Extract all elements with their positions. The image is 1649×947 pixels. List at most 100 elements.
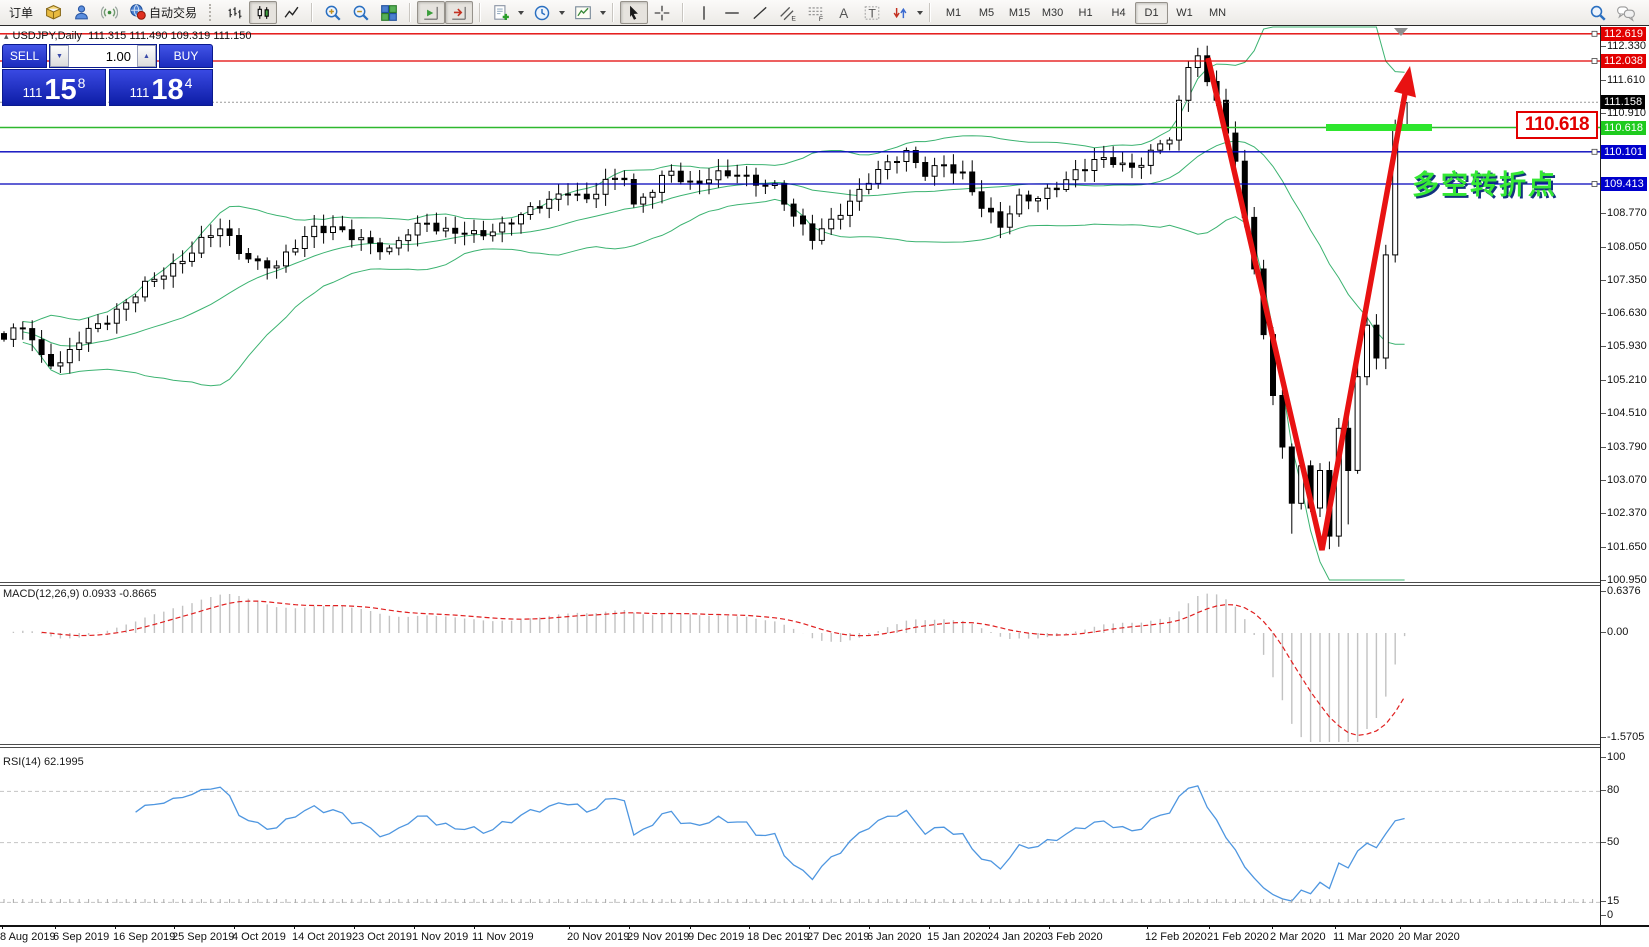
community-icon[interactable] (67, 1, 95, 24)
autotrade-icon (129, 3, 146, 23)
support-highlight-bar (1326, 124, 1432, 131)
axis-price-label: 111.610 (1601, 74, 1645, 86)
svg-text:A: A (839, 6, 848, 21)
chart-bottom-border (0, 925, 1649, 927)
date-label: 1 Nov 2019 (412, 931, 469, 943)
new-order-button[interactable]: 订单 (3, 1, 39, 24)
axis-price-label: 108.050 (1601, 241, 1647, 253)
date-label: 23 Oct 2019 (352, 931, 412, 943)
price-callout-label[interactable]: 110.618 (1516, 111, 1598, 139)
tile-windows-icon[interactable] (375, 1, 403, 24)
time-axis[interactable]: 8 Aug 2019 6 Sep 2019 16 Sep 2019 25 Sep 20… (0, 925, 1649, 947)
add-indicator-caret[interactable] (518, 10, 525, 15)
shapes-icon[interactable] (886, 1, 914, 24)
chat-icon[interactable] (1612, 1, 1640, 24)
sell-button[interactable]: SELL (2, 44, 47, 68)
vertical-line-icon[interactable] (690, 1, 718, 24)
text-icon[interactable]: A (830, 1, 858, 24)
rsi-panel-canvas[interactable] (0, 748, 1600, 905)
timeframe-M1[interactable]: M1 (937, 2, 970, 24)
svg-text:F: F (819, 15, 823, 21)
one-click-trading-panel: SELL ▼ ▲ BUY 111158 111184 (2, 44, 213, 106)
axis-price-label: 108.770 (1601, 207, 1647, 219)
label-icon[interactable]: T (858, 1, 886, 24)
rsi-label: RSI(14) 62.1995 (3, 756, 84, 768)
axis-price-badge: 112.619 (1601, 26, 1646, 41)
zoom-in-icon[interactable] (319, 1, 347, 24)
axis-price-label: 105.210 (1601, 374, 1647, 386)
chart-title: ▴ USDJPY,Daily 111.315 111.490 109.319 11… (4, 30, 251, 42)
axis-price-badge: 111.158 (1601, 95, 1646, 110)
lot-increase-button[interactable]: ▲ (137, 45, 156, 67)
mt4-terminal-window: 订单 自动交易 E F A T M1 M5 M15 M30 H1 H4 D1 W… (0, 0, 1649, 947)
template-caret[interactable] (600, 10, 607, 15)
auto-scroll-icon[interactable] (417, 1, 446, 24)
macd-axis-label: 0.00 (1601, 626, 1628, 638)
fibonacci-icon[interactable]: F (802, 1, 830, 24)
zoom-out-icon[interactable] (347, 1, 375, 24)
cursor-icon[interactable] (620, 1, 649, 24)
trendline-icon[interactable] (746, 1, 774, 24)
channel-icon[interactable]: E (774, 1, 802, 24)
template-icon[interactable] (569, 1, 597, 24)
timeframe-W1[interactable]: W1 (1168, 2, 1201, 24)
lot-input[interactable] (69, 45, 137, 67)
axis-price-label: 105.930 (1601, 340, 1647, 352)
sell-price-display[interactable]: 111 15 8 (2, 69, 106, 106)
timeframe-H1[interactable]: H1 (1069, 2, 1102, 24)
crosshair-icon[interactable] (648, 1, 676, 24)
axis-price-label: 112.330 (1601, 40, 1646, 52)
svg-text:T: T (868, 6, 876, 20)
chart-shift-marker[interactable] (1394, 28, 1408, 36)
lot-size-stepper: ▼ ▲ (49, 44, 157, 68)
order-book-icon[interactable] (39, 1, 67, 24)
date-label: 4 Oct 2019 (232, 931, 286, 943)
timeframe-M30[interactable]: M30 (1036, 2, 1069, 24)
price-chart-canvas[interactable] (0, 26, 1600, 582)
date-label: 18 Dec 2019 (747, 931, 810, 943)
svg-text:E: E (791, 15, 796, 22)
date-label: 29 Nov 2019 (627, 931, 690, 943)
macd-panel-canvas[interactable] (0, 586, 1600, 744)
rsi-axis-label: 15 (1601, 895, 1619, 907)
timeframe-M15[interactable]: M15 (1003, 2, 1036, 24)
lot-decrease-button[interactable]: ▼ (50, 45, 69, 67)
search-icon[interactable] (1584, 1, 1612, 24)
rsi-axis-label: 100 (1601, 751, 1625, 763)
timeframe-MN[interactable]: MN (1201, 2, 1234, 24)
period-icon[interactable] (528, 1, 556, 24)
autotrade-button[interactable]: 自动交易 (123, 1, 203, 24)
timeframe-H4[interactable]: H4 (1102, 2, 1135, 24)
date-label: 25 Sep 2019 (172, 931, 235, 943)
date-label: 20 Mar 2020 (1398, 931, 1460, 943)
date-label: 11 Nov 2019 (472, 931, 534, 943)
timeframe-M5[interactable]: M5 (970, 2, 1003, 24)
macd-axis-label: -1.5705 (1601, 731, 1644, 743)
shapes-caret[interactable] (917, 10, 924, 15)
chart-shift-icon[interactable] (445, 1, 474, 24)
date-label: 6 Jan 2020 (867, 931, 922, 943)
buy-button[interactable]: BUY (159, 44, 213, 68)
axis-price-badge: 109.413 (1601, 177, 1647, 191)
period-caret[interactable] (559, 10, 566, 15)
date-label: 8 Aug 2019 (0, 931, 56, 943)
macd-axis-label: 0.6376 (1601, 585, 1641, 597)
line-chart-icon[interactable] (277, 1, 305, 24)
chart-symbol-icon: ▴ (4, 31, 9, 41)
timeframe-D1[interactable]: D1 (1135, 1, 1169, 24)
signals-icon[interactable] (95, 1, 123, 24)
add-indicator-icon[interactable] (487, 1, 515, 24)
rsi-axis-label: 0 (1601, 909, 1613, 921)
bars-chart-icon[interactable] (221, 1, 249, 24)
axis-price-label: 102.370 (1601, 507, 1647, 519)
date-label: 14 Oct 2019 (292, 931, 352, 943)
date-label: 3 Feb 2020 (1047, 931, 1103, 943)
candles-chart-icon[interactable] (249, 1, 278, 24)
axis-price-badge: 112.038 (1601, 54, 1646, 68)
axis-price-label: 104.510 (1601, 407, 1647, 419)
buy-price-display[interactable]: 111 18 4 (109, 69, 213, 106)
macd-histogram (12, 593, 1406, 742)
turning-point-annotation[interactable]: 多空转折点 (1412, 163, 1557, 202)
horizontal-line-icon[interactable] (718, 1, 746, 24)
axis-price-label: 103.790 (1601, 441, 1647, 453)
